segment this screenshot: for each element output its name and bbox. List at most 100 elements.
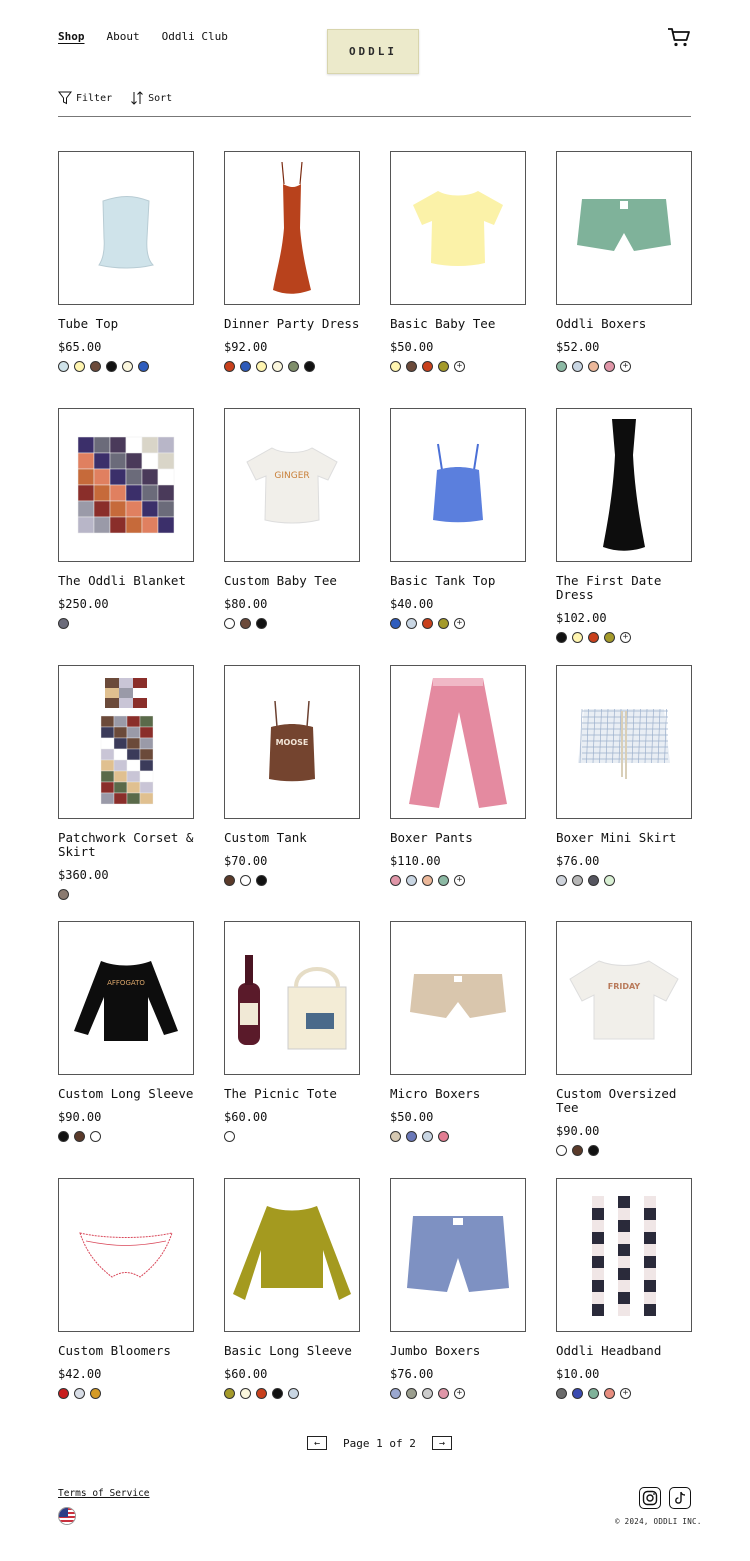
- product-name[interactable]: Boxer Pants: [390, 831, 526, 845]
- color-swatch[interactable]: [406, 1131, 417, 1142]
- product-name[interactable]: Basic Tank Top: [390, 574, 526, 588]
- color-swatch[interactable]: [106, 361, 117, 372]
- color-swatch[interactable]: [604, 1388, 615, 1399]
- product-card[interactable]: Oddli Boxers $52.00 +: [556, 151, 692, 372]
- product-name[interactable]: Patchwork Corset & Skirt: [58, 831, 194, 859]
- color-swatch[interactable]: [224, 875, 235, 886]
- color-swatch[interactable]: [438, 875, 449, 886]
- product-name[interactable]: Custom Baby Tee: [224, 574, 360, 588]
- color-swatch[interactable]: [256, 1388, 267, 1399]
- product-name[interactable]: Jumbo Boxers: [390, 1344, 526, 1358]
- color-swatch[interactable]: [588, 632, 599, 643]
- color-swatch[interactable]: [58, 361, 69, 372]
- sort-button[interactable]: Sort: [130, 90, 172, 106]
- product-name[interactable]: Micro Boxers: [390, 1087, 526, 1101]
- product-image[interactable]: [58, 665, 194, 819]
- product-card[interactable]: The Oddli Blanket $250.00: [58, 408, 194, 629]
- color-swatch[interactable]: [272, 1388, 283, 1399]
- more-colors-button[interactable]: +: [454, 361, 465, 372]
- color-swatch[interactable]: [422, 618, 433, 629]
- color-swatch[interactable]: [556, 1388, 567, 1399]
- color-swatch[interactable]: [240, 361, 251, 372]
- product-name[interactable]: Custom Oversized Tee: [556, 1087, 692, 1115]
- color-swatch[interactable]: [406, 361, 417, 372]
- product-image[interactable]: [58, 151, 194, 305]
- more-colors-button[interactable]: +: [620, 1388, 631, 1399]
- color-swatch[interactable]: [224, 1388, 235, 1399]
- product-image[interactable]: AFFOGATO: [58, 921, 194, 1075]
- color-swatch[interactable]: [90, 361, 101, 372]
- color-swatch[interactable]: [438, 1388, 449, 1399]
- color-swatch[interactable]: [390, 618, 401, 629]
- more-colors-button[interactable]: +: [620, 632, 631, 643]
- nav-about[interactable]: About: [107, 30, 140, 43]
- product-image[interactable]: [224, 151, 360, 305]
- cart-icon[interactable]: [667, 26, 691, 48]
- product-image[interactable]: [390, 665, 526, 819]
- color-swatch[interactable]: [304, 361, 315, 372]
- product-image[interactable]: [390, 1178, 526, 1332]
- product-image[interactable]: [390, 408, 526, 562]
- color-swatch[interactable]: [256, 618, 267, 629]
- product-card[interactable]: MOOSE Custom Tank $70.00: [224, 665, 360, 886]
- product-card[interactable]: Basic Long Sleeve $60.00: [224, 1178, 360, 1399]
- product-card[interactable]: FRIDAY Custom Oversized Tee $90.00: [556, 921, 692, 1156]
- terms-link[interactable]: Terms of Service: [58, 1488, 150, 1499]
- color-swatch[interactable]: [122, 361, 133, 372]
- product-image[interactable]: MOOSE: [224, 665, 360, 819]
- product-name[interactable]: Boxer Mini Skirt: [556, 831, 692, 845]
- more-colors-button[interactable]: +: [620, 361, 631, 372]
- color-swatch[interactable]: [58, 1388, 69, 1399]
- product-image[interactable]: [58, 408, 194, 562]
- color-swatch[interactable]: [604, 632, 615, 643]
- product-name[interactable]: Dinner Party Dress: [224, 317, 360, 331]
- color-swatch[interactable]: [572, 632, 583, 643]
- product-card[interactable]: Boxer Mini Skirt $76.00: [556, 665, 692, 886]
- color-swatch[interactable]: [556, 1145, 567, 1156]
- product-name[interactable]: The Picnic Tote: [224, 1087, 360, 1101]
- color-swatch[interactable]: [556, 361, 567, 372]
- product-image[interactable]: [556, 665, 692, 819]
- product-card[interactable]: Boxer Pants $110.00 +: [390, 665, 526, 886]
- color-swatch[interactable]: [138, 361, 149, 372]
- color-swatch[interactable]: [224, 1131, 235, 1142]
- product-card[interactable]: Tube Top $65.00: [58, 151, 194, 372]
- product-name[interactable]: Oddli Boxers: [556, 317, 692, 331]
- color-swatch[interactable]: [588, 1388, 599, 1399]
- product-card[interactable]: Basic Tank Top $40.00 +: [390, 408, 526, 629]
- color-swatch[interactable]: [390, 875, 401, 886]
- product-name[interactable]: Oddli Headband: [556, 1344, 692, 1358]
- prev-page-button[interactable]: ←: [307, 1436, 327, 1450]
- product-image[interactable]: [224, 921, 360, 1075]
- color-swatch[interactable]: [438, 361, 449, 372]
- product-image[interactable]: [556, 408, 692, 562]
- us-flag-icon[interactable]: [58, 1507, 76, 1525]
- more-colors-button[interactable]: +: [454, 875, 465, 886]
- color-swatch[interactable]: [390, 1131, 401, 1142]
- color-swatch[interactable]: [422, 1131, 433, 1142]
- color-swatch[interactable]: [438, 1131, 449, 1142]
- product-card[interactable]: Jumbo Boxers $76.00 +: [390, 1178, 526, 1399]
- color-swatch[interactable]: [224, 361, 235, 372]
- product-image[interactable]: GINGER: [224, 408, 360, 562]
- color-swatch[interactable]: [240, 618, 251, 629]
- color-swatch[interactable]: [604, 875, 615, 886]
- color-swatch[interactable]: [74, 1388, 85, 1399]
- nav-shop[interactable]: Shop: [58, 30, 85, 43]
- color-swatch[interactable]: [572, 1388, 583, 1399]
- color-swatch[interactable]: [272, 361, 283, 372]
- color-swatch[interactable]: [422, 361, 433, 372]
- color-swatch[interactable]: [406, 875, 417, 886]
- instagram-icon[interactable]: [639, 1487, 661, 1509]
- filter-button[interactable]: Filter: [58, 91, 112, 105]
- color-swatch[interactable]: [390, 1388, 401, 1399]
- product-name[interactable]: Basic Long Sleeve: [224, 1344, 360, 1358]
- color-swatch[interactable]: [288, 1388, 299, 1399]
- product-card[interactable]: Basic Baby Tee $50.00 +: [390, 151, 526, 372]
- color-swatch[interactable]: [556, 632, 567, 643]
- color-swatch[interactable]: [604, 361, 615, 372]
- product-name[interactable]: The Oddli Blanket: [58, 574, 194, 588]
- logo[interactable]: ODDLI: [327, 29, 419, 74]
- product-name[interactable]: Custom Long Sleeve: [58, 1087, 194, 1101]
- color-swatch[interactable]: [572, 1145, 583, 1156]
